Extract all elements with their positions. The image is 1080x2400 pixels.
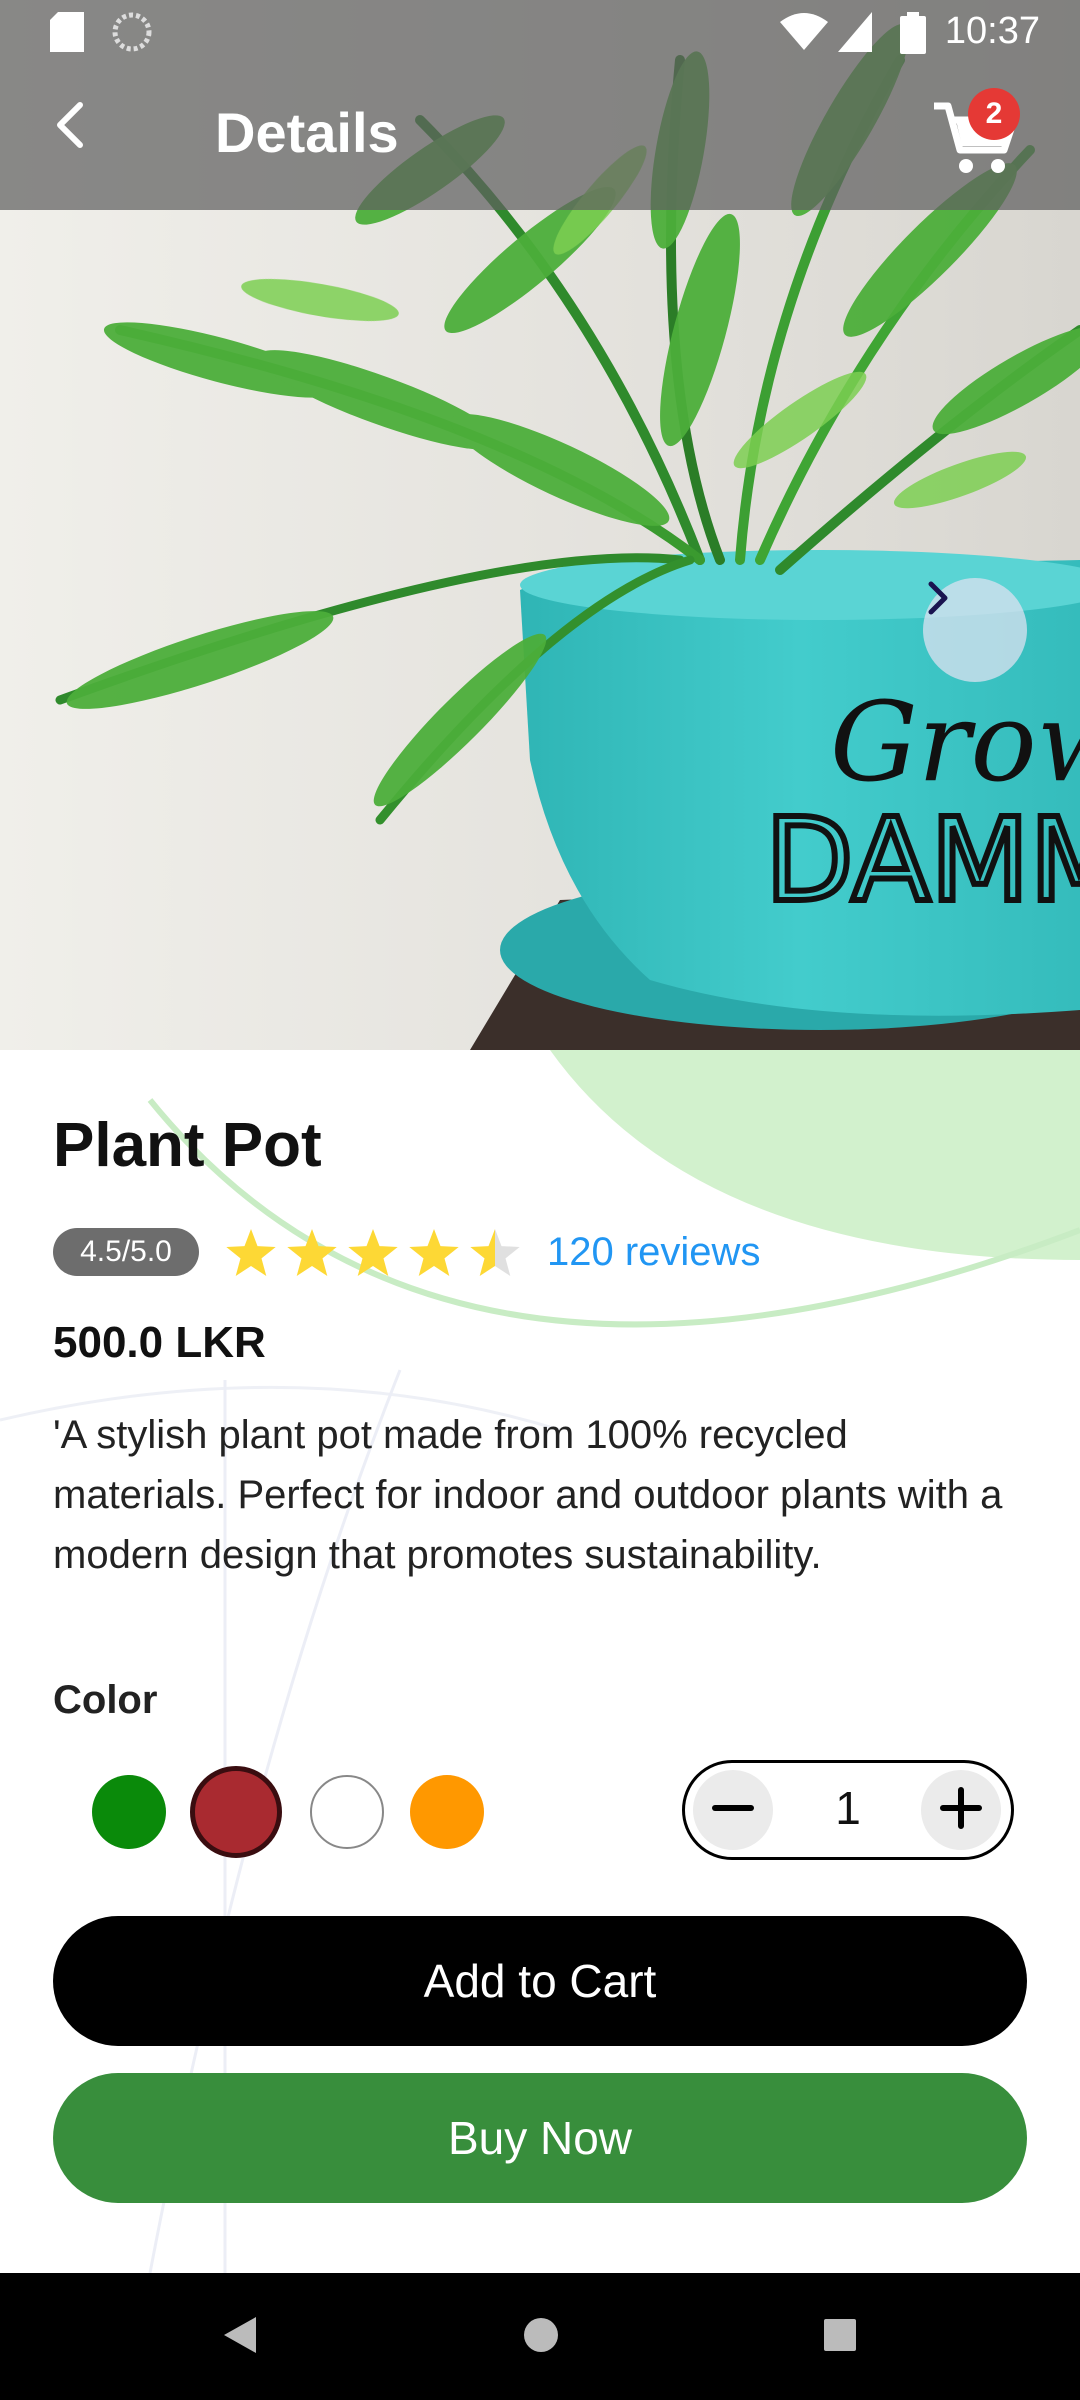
- cart-count-badge: 2: [968, 88, 1020, 140]
- pot-lettering: DAMMIT: [765, 794, 1080, 928]
- pot-handwriting: Grow: [830, 678, 1080, 806]
- increase-quantity-button[interactable]: [921, 1770, 1001, 1850]
- plus-icon: [939, 1786, 983, 1835]
- quantity-stepper: 1: [682, 1760, 1014, 1860]
- product-name: Plant Pot: [53, 1111, 322, 1180]
- star-icon: [287, 1229, 337, 1276]
- color-swatch[interactable]: [410, 1775, 484, 1849]
- nav-recents-icon[interactable]: [820, 2313, 860, 2362]
- buy-now-button[interactable]: Buy Now: [53, 2073, 1027, 2203]
- color-label: Color: [53, 1678, 158, 1722]
- nav-home-icon[interactable]: [521, 2313, 561, 2362]
- star-icon: [226, 1229, 276, 1276]
- color-swatch[interactable]: [190, 1766, 282, 1858]
- star-icon: [409, 1229, 459, 1276]
- status-time: 10:37: [944, 10, 1040, 52]
- decrease-quantity-button[interactable]: [693, 1770, 773, 1850]
- minus-icon: [711, 1786, 755, 1835]
- nav-back-icon[interactable]: [220, 2313, 260, 2362]
- status-bar: 10:37: [0, 0, 1080, 63]
- star-icon: [348, 1229, 398, 1276]
- page-title: Details: [215, 101, 399, 164]
- reviews-link[interactable]: 120 reviews: [547, 1230, 760, 1275]
- star-icon: [470, 1229, 520, 1276]
- rating-badge: 4.5/5.0: [53, 1228, 199, 1276]
- next-image-button[interactable]: [923, 578, 1027, 682]
- rating-stars: [226, 1229, 520, 1276]
- product-image: Grow DAMMIT: [0, 0, 1080, 1050]
- system-navigation-bar: [0, 2273, 1080, 2400]
- quantity-value: 1: [835, 1782, 861, 1834]
- color-swatch[interactable]: [310, 1775, 384, 1849]
- add-to-cart-button[interactable]: Add to Cart: [53, 1916, 1027, 2046]
- back-button[interactable]: [50, 100, 120, 170]
- color-swatch[interactable]: [92, 1775, 166, 1849]
- product-description: 'A stylish plant pot made from 100% recy…: [53, 1413, 1003, 1577]
- product-price: 500.0 LKR: [53, 1318, 266, 1367]
